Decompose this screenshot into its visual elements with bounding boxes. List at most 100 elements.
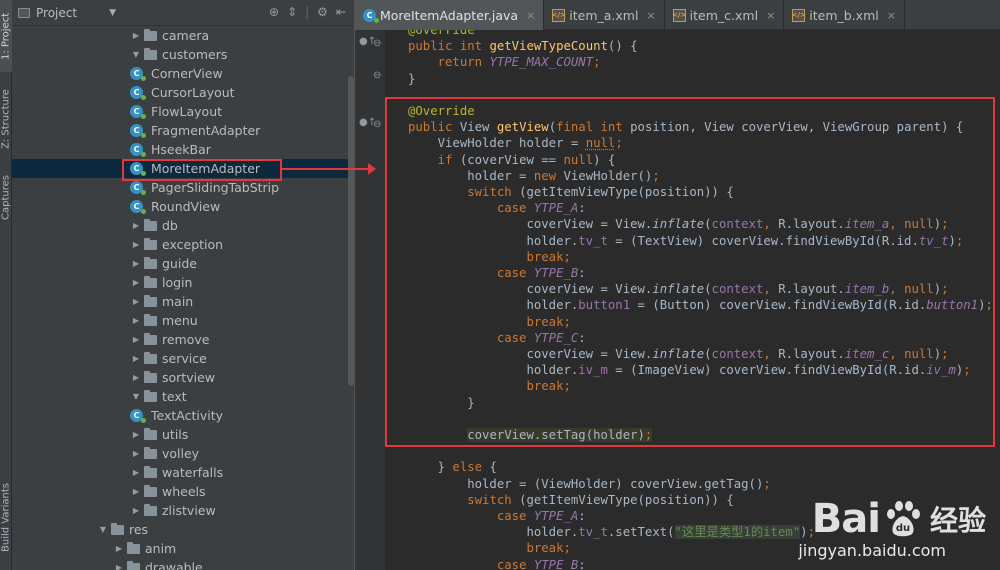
tree-item[interactable]: ▶ utils [12, 425, 354, 444]
split-icon[interactable]: ⇕ [287, 5, 297, 19]
expand-arrow-icon[interactable]: ▶ [130, 335, 142, 344]
tool-tab-structure[interactable]: Z: Structure [0, 80, 12, 158]
expand-arrow-icon[interactable]: ▶ [130, 487, 142, 496]
tree-item[interactable]: C CursorLayout [12, 83, 354, 102]
tree-item[interactable]: C FragmentAdapter [12, 121, 354, 140]
expand-arrow-icon[interactable]: ▶ [130, 430, 142, 439]
tree-item[interactable]: ▶ wheels [12, 482, 354, 501]
tree-item[interactable]: ▶ remove [12, 330, 354, 349]
tree-item[interactable]: ▶ menu [12, 311, 354, 330]
toolbar-separator: | [305, 5, 310, 19]
expand-arrow-icon[interactable]: ▶ [130, 468, 142, 477]
editor-tab[interactable]: </> item_a.xml × [544, 0, 665, 30]
tree-item-label: sortview [162, 370, 215, 385]
expand-arrow-icon[interactable]: ▶ [130, 449, 142, 458]
tree-item[interactable]: ▶ sortview [12, 368, 354, 387]
expand-arrow-icon[interactable]: ▶ [130, 221, 142, 230]
code-token: case [496, 509, 534, 523]
tree-item[interactable]: ▶ zlistview [12, 501, 354, 520]
tree-item[interactable]: ▶ guide [12, 254, 354, 273]
tool-tab-project[interactable]: 1: Project [0, 0, 12, 72]
expand-arrow-icon[interactable]: ▶ [130, 316, 142, 325]
chevron-down-icon[interactable]: ▼ [109, 8, 116, 18]
baidu-watermark: Bai du 经验 [812, 496, 986, 542]
folder-icon [144, 218, 157, 231]
tree-item[interactable]: ▶ camera [12, 26, 354, 45]
tool-tab-captures[interactable]: Captures [0, 165, 12, 230]
code-token: YTPE_MAX_COUNT [489, 55, 594, 70]
tool-window-strip: 1: Project Z: Structure Captures Build V… [0, 0, 12, 570]
code-line: public int getViewTypeCount() { [408, 38, 638, 54]
tree-item[interactable]: C TextActivity [12, 406, 354, 425]
tree-item[interactable]: C RoundView [12, 197, 354, 216]
project-icon [18, 7, 30, 18]
code-token: ; [593, 55, 601, 70]
tree-item[interactable]: C FlowLayout [12, 102, 354, 121]
tree-item[interactable]: ▼ customers [12, 45, 354, 64]
code-token: : [578, 557, 586, 570]
tree-item-label: HseekBar [151, 142, 211, 157]
xml-file-icon: </> [552, 8, 566, 22]
tree-item[interactable]: ▶ exception [12, 235, 354, 254]
tree-item[interactable]: ▶ db [12, 216, 354, 235]
project-panel: Project ▼ ⊕ ⇕ | ⚙ ⇤ ▶ camera ▼ customers C Co… [12, 0, 354, 570]
collapse-arrow-icon[interactable]: ▼ [130, 392, 142, 401]
editor-tab[interactable]: </> item_b.xml × [784, 0, 905, 30]
expand-arrow-icon[interactable]: ▶ [113, 544, 125, 553]
fold-icon[interactable]: ⊖ [373, 119, 381, 130]
watermark-url: jingyan.baidu.com [798, 541, 946, 560]
editor-tab-label: item_c.xml [689, 7, 759, 23]
editor-tab[interactable]: C MoreItemAdapter.java × [355, 0, 545, 30]
folder-icon [144, 351, 157, 364]
tree-item[interactable]: ▶ waterfalls [12, 463, 354, 482]
close-icon[interactable]: × [526, 9, 535, 22]
tree-item[interactable]: ▶ anim [12, 539, 354, 558]
tree-item[interactable]: C CornerView [12, 64, 354, 83]
folder-icon [144, 465, 157, 478]
tree-item[interactable]: ▶ login [12, 273, 354, 292]
watermark-cn: 经验 [929, 504, 986, 537]
expand-arrow-icon[interactable]: ▶ [130, 297, 142, 306]
tree-item-label: PagerSlidingTabStrip [151, 180, 280, 195]
tree-item[interactable]: C HseekBar [12, 140, 354, 159]
expand-arrow-icon[interactable]: ▶ [113, 563, 125, 570]
expand-arrow-icon[interactable]: ▶ [130, 31, 142, 40]
tree-item[interactable]: ▼ res [12, 520, 354, 539]
tree-item[interactable]: ▶ service [12, 349, 354, 368]
code-token: else [452, 460, 490, 475]
expand-arrow-icon[interactable]: ▶ [130, 506, 142, 515]
gear-icon[interactable]: ⚙ [317, 5, 328, 19]
code-line: } [408, 71, 415, 87]
target-icon[interactable]: ⊕ [269, 5, 279, 19]
tree-item[interactable]: ▶ drawable [12, 558, 354, 570]
expand-arrow-icon[interactable]: ▶ [130, 259, 142, 268]
expand-arrow-icon[interactable]: ▶ [130, 278, 142, 287]
xml-file-icon: </> [672, 8, 686, 22]
tree-item[interactable]: ▶ volley [12, 444, 354, 463]
collapse-arrow-icon[interactable]: ▼ [130, 50, 142, 59]
folder-icon [144, 237, 157, 250]
collapse-arrow-icon[interactable]: ▼ [97, 525, 109, 534]
expand-arrow-icon[interactable]: ▶ [130, 373, 142, 382]
expand-arrow-icon[interactable]: ▶ [130, 240, 142, 249]
tree-item[interactable]: ▶ main [12, 292, 354, 311]
tree-item[interactable]: ▼ text [12, 387, 354, 406]
close-icon[interactable]: × [646, 9, 655, 22]
folder-icon [144, 28, 157, 41]
code-token: switch [467, 492, 520, 507]
class-icon: C [130, 143, 146, 157]
tree-item-label: CornerView [151, 66, 223, 81]
code-token: int [459, 39, 490, 54]
editor-tab[interactable]: </> item_c.xml × [665, 0, 785, 30]
close-icon[interactable]: × [766, 9, 775, 22]
close-icon[interactable]: × [887, 9, 896, 22]
expand-arrow-icon[interactable]: ▶ [130, 354, 142, 363]
fold-icon[interactable]: ⊖ [373, 70, 381, 81]
tool-tab-build-variants[interactable]: Build Variants [0, 470, 12, 565]
fold-icon[interactable]: ⊖ [373, 38, 381, 49]
folder-icon [144, 294, 157, 307]
hide-icon[interactable]: ⇤ [336, 5, 346, 19]
project-view-selector[interactable]: Project [36, 6, 77, 20]
